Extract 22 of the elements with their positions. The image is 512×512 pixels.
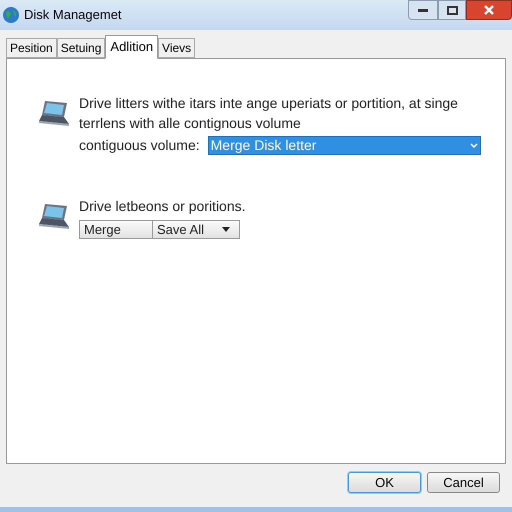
minimize-button[interactable] — [408, 0, 438, 20]
description-text: Drive letbeons or poritions. — [79, 197, 247, 216]
chevron-icon — [470, 142, 478, 148]
minimize-icon — [418, 8, 428, 12]
maximize-icon — [446, 6, 458, 14]
tab[interactable]: Pesition — [6, 38, 57, 58]
laptop-icon — [37, 202, 71, 232]
tab[interactable]: Adlition — [105, 35, 158, 59]
caret-icon — [222, 227, 230, 232]
tab[interactable]: Vievs — [158, 38, 196, 58]
dropdown-button[interactable]: Save All — [152, 220, 240, 239]
field-label: contiguous volume: — [79, 136, 200, 155]
globe-icon — [2, 6, 20, 24]
laptop-icon — [37, 99, 71, 129]
close-button[interactable] — [466, 0, 512, 20]
ok-button[interactable]: OK — [348, 472, 421, 493]
close-icon — [484, 5, 494, 15]
merge-button[interactable]: Merge — [79, 220, 153, 239]
tab[interactable]: Setuing — [56, 38, 106, 58]
maximize-button[interactable] — [438, 0, 466, 20]
window-title: Disk Managemet — [24, 6, 122, 24]
cancel-button[interactable]: Cancel — [427, 472, 500, 493]
